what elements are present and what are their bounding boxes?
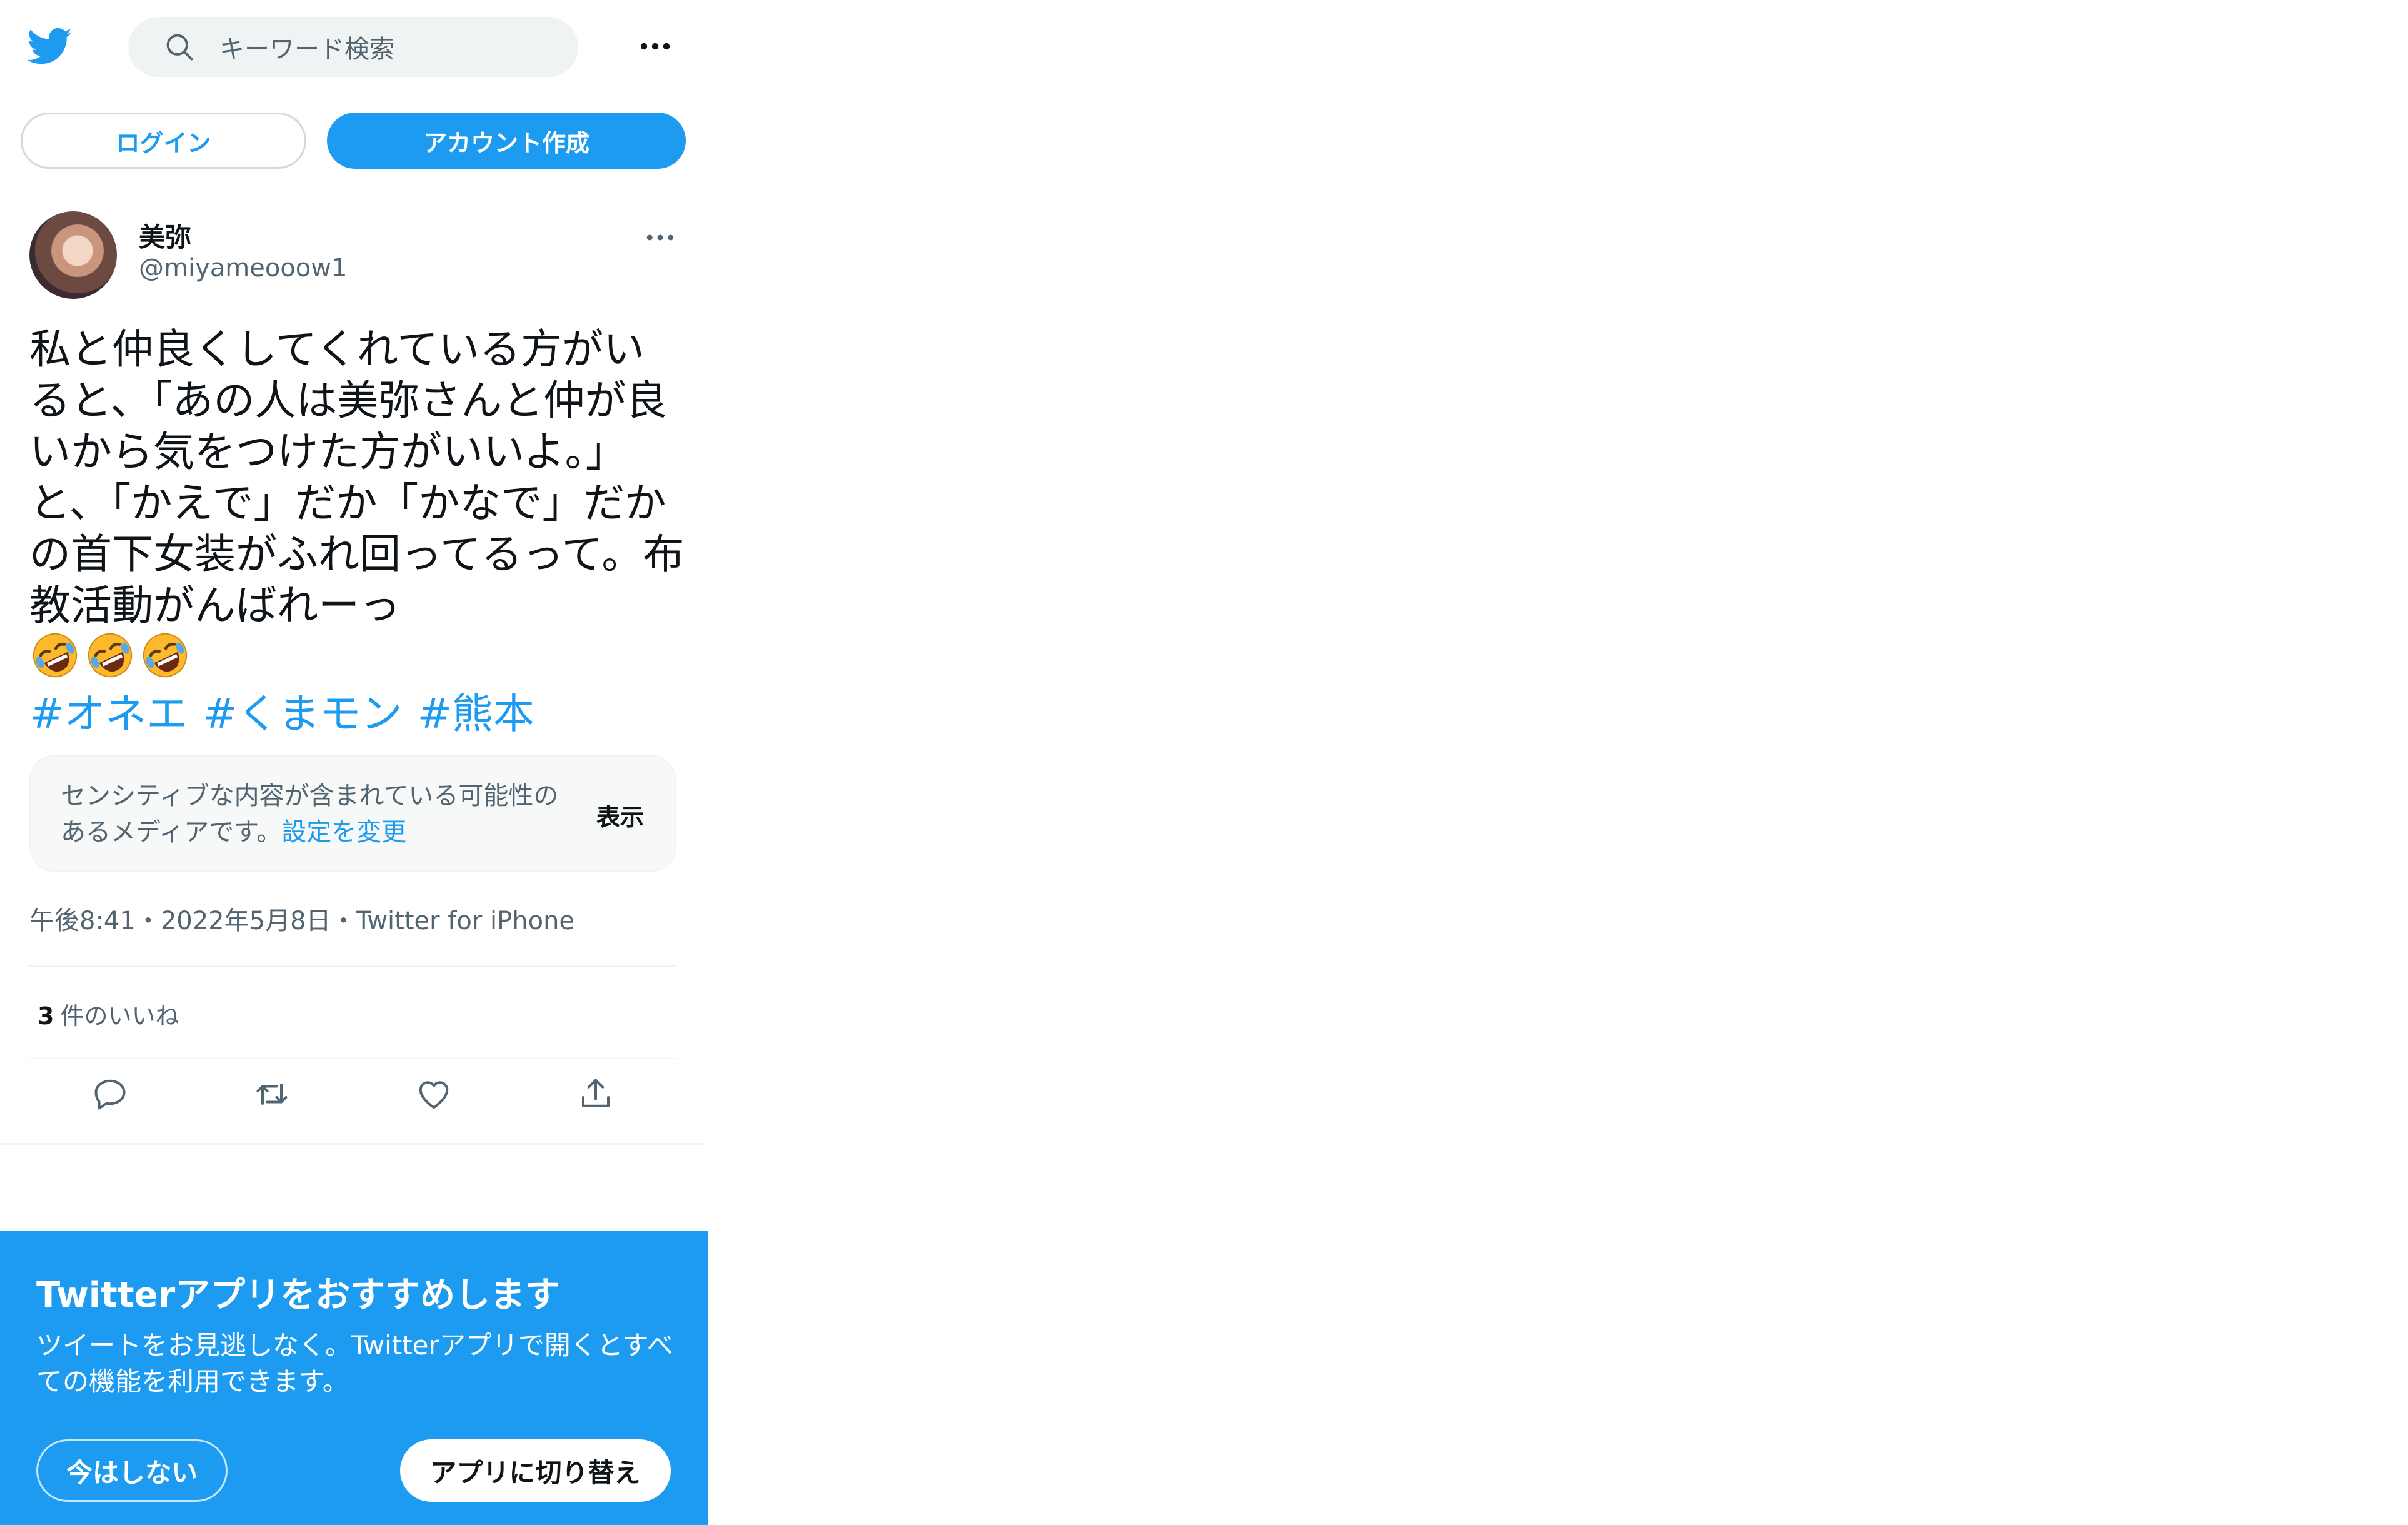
login-button[interactable]: ログイン <box>21 113 306 169</box>
like-icon[interactable] <box>415 1075 453 1113</box>
likes-number: 3 <box>38 1002 54 1030</box>
tweet-actions <box>29 1075 676 1113</box>
hashtag-link[interactable]: #オネエ <box>29 680 188 740</box>
rolling-laughing-emoji-icon <box>143 633 188 678</box>
change-settings-link[interactable]: 設定を変更 <box>281 818 406 847</box>
create-account-button[interactable]: アカウント作成 <box>327 113 686 169</box>
show-media-button[interactable]: 表示 <box>596 798 644 832</box>
share-icon[interactable] <box>577 1075 615 1113</box>
emoji-row <box>31 632 189 679</box>
display-name[interactable]: 美弥 <box>139 216 191 254</box>
switch-to-app-button[interactable]: アプリに切り替え <box>400 1439 671 1502</box>
search-input[interactable]: キーワード検索 <box>128 17 578 77</box>
tweet-timestamp[interactable]: 午後8:41・2022年5月8日・Twitter for iPhone <box>29 900 574 937</box>
hashtag-list: #オネエ #くまモン #熊本 <box>29 680 534 740</box>
sensitive-media-warning: センシティブな内容が含まれている可能性のあるメディアです。設定を変更 表示 <box>29 755 676 872</box>
app-promo-banner: Twitterアプリをおすすめします ツイートをお見逃しなく。Twitterアプ… <box>0 1231 708 1525</box>
hashtag-link[interactable]: #くまモン <box>203 680 402 740</box>
rolling-laughing-emoji-icon <box>33 633 78 678</box>
more-horizontal-icon[interactable] <box>638 31 673 61</box>
likes-count[interactable]: 3 件のいいね <box>38 997 179 1031</box>
search-placeholder: キーワード検索 <box>219 35 394 64</box>
mobile-column: キーワード検索 ログイン アカウント作成 美弥 @miyameooow1 私と仲… <box>0 0 708 1525</box>
divider <box>0 1143 705 1145</box>
promo-description: ツイートをお見逃しなく。Twitterアプリで開くとすべての機能を利用できます。 <box>36 1330 673 1397</box>
avatar[interactable] <box>29 211 117 299</box>
user-handle[interactable]: @miyameooow1 <box>139 254 347 283</box>
retweet-icon[interactable] <box>253 1075 291 1113</box>
reply-icon[interactable] <box>91 1075 129 1113</box>
sensitive-message: センシティブな内容が含まれている可能性のあるメディアです。設定を変更 <box>61 778 573 850</box>
not-now-button[interactable]: 今はしない <box>36 1439 228 1502</box>
tweet-more-icon[interactable] <box>644 225 676 250</box>
divider <box>29 1058 676 1059</box>
promo-title: Twitterアプリをおすすめします <box>36 1275 561 1316</box>
hashtag-link[interactable]: #熊本 <box>418 680 534 740</box>
tweet-text: 私と仲良くしてくれている方がいると、「あの人は美弥さんと仲が良いから気をつけた方… <box>29 325 685 630</box>
likes-label: 件のいいね <box>60 1002 179 1030</box>
twitter-bird-icon[interactable] <box>28 24 73 69</box>
rolling-laughing-emoji-icon <box>88 633 133 678</box>
divider <box>29 965 676 967</box>
search-icon <box>166 34 193 61</box>
